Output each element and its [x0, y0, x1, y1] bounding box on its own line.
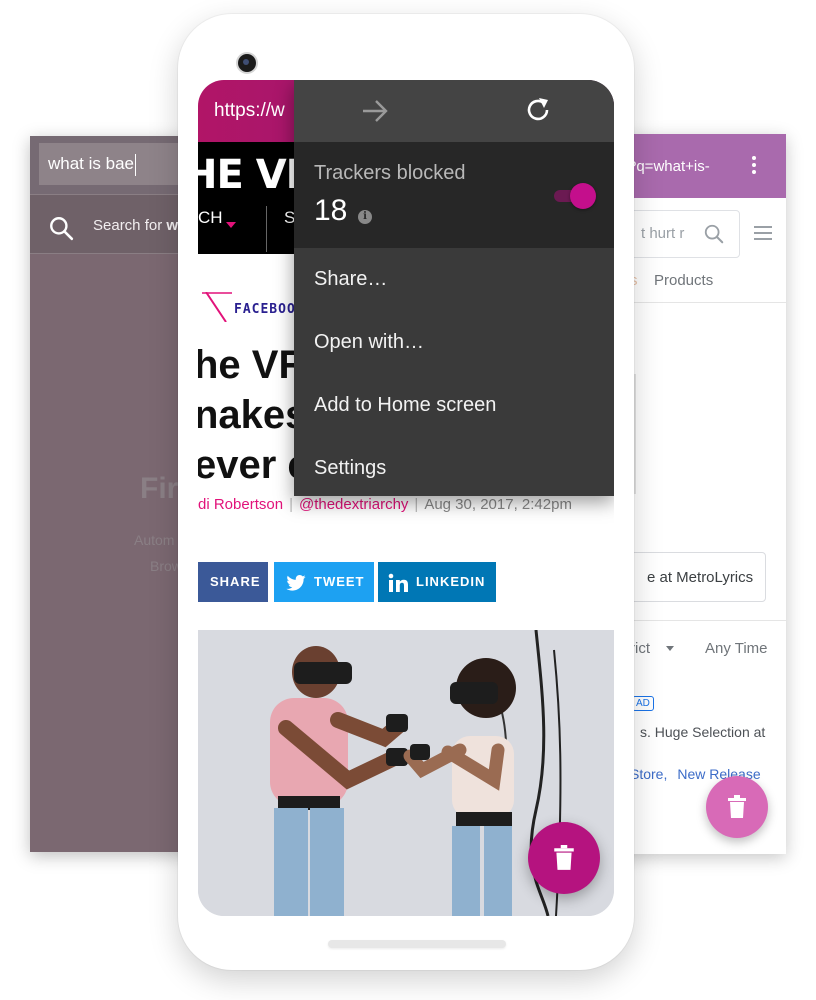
forward-arrow-icon[interactable] — [360, 98, 390, 124]
url-text: https://w — [214, 100, 285, 121]
trackers-blocked-panel: Trackers blocked 18 i — [294, 142, 614, 248]
suggestion-query: w — [166, 217, 179, 234]
right-search-text: t hurt r — [641, 225, 685, 242]
erase-fab-button[interactable] — [706, 776, 768, 838]
suggestion-prefix: Search for — [93, 217, 167, 234]
overflow-menu-icon[interactable] — [750, 156, 758, 176]
caret-down-icon — [226, 222, 236, 228]
menu-item-open-with[interactable]: Open with… — [294, 311, 614, 373]
caret-down-icon — [666, 646, 674, 651]
erase-fab-button[interactable] — [528, 822, 600, 894]
trackers-blocked-label: Trackers blocked — [314, 162, 466, 184]
share-button-label: LINKEDIN — [416, 574, 486, 589]
share-button-label: TWEET — [314, 574, 365, 589]
category-slash-icon — [202, 292, 232, 322]
right-ad-text: s. Huge Selection at — [640, 724, 766, 740]
share-button-label: SHARE — [210, 574, 261, 589]
share-facebook-button[interactable]: SHARE — [198, 562, 268, 602]
trackers-blocked-count: 18 — [314, 194, 348, 227]
text-caret — [135, 153, 136, 176]
linkedin-icon — [388, 573, 408, 592]
browser-menu: Trackers blocked 18 i Share… Open with… … — [294, 80, 614, 496]
menu-item-settings[interactable]: Settings — [294, 437, 614, 499]
share-twitter-button[interactable]: TWEET — [274, 562, 374, 602]
left-search-value: what is bae — [48, 154, 134, 173]
trash-icon — [728, 795, 746, 818]
phone-frame: https://w HE VE CH S FACEBOOK he VR nake… — [178, 14, 634, 970]
site-nav-item[interactable]: CH — [198, 208, 223, 228]
byline-author[interactable]: di Robertson — [198, 496, 283, 513]
search-icon — [50, 217, 74, 241]
share-linkedin-button[interactable]: LINKEDIN — [378, 562, 496, 602]
home-indicator-bar[interactable] — [328, 940, 506, 948]
right-ad-link[interactable]: Store, — [630, 766, 667, 782]
phone-screen: https://w HE VE CH S FACEBOOK he VR nake… — [198, 80, 614, 916]
menu-item-add-to-home-screen[interactable]: Add to Home screen — [294, 374, 614, 436]
menu-toolbar — [294, 80, 614, 142]
toggle-thumb — [570, 183, 596, 209]
byline-separator: | — [289, 496, 293, 513]
tracking-protection-toggle[interactable] — [554, 182, 596, 210]
menu-item-share[interactable]: Share… — [294, 248, 614, 310]
ad-badge: AD — [632, 696, 654, 711]
left-faded-subtitle-1: Autom — [134, 532, 175, 548]
search-icon[interactable] — [703, 223, 725, 245]
reload-icon[interactable] — [524, 96, 552, 124]
front-camera — [238, 54, 256, 72]
info-icon[interactable]: i — [358, 210, 372, 224]
right-tab-products[interactable]: Products — [654, 272, 713, 289]
hamburger-menu-icon[interactable] — [754, 226, 772, 240]
right-metrolyrics-label: e at MetroLyrics — [647, 569, 754, 586]
right-search-box[interactable]: t hurt r — [620, 210, 740, 258]
left-suggestion-text: Search for w — [93, 217, 178, 234]
trash-icon — [554, 845, 574, 870]
right-metrolyrics-button[interactable]: e at MetroLyrics — [620, 552, 766, 602]
divider — [266, 206, 267, 252]
right-url-text: ?q=what+is- — [628, 158, 710, 175]
right-filter-time[interactable]: Any Time — [705, 640, 768, 657]
twitter-bird-icon — [286, 574, 306, 591]
